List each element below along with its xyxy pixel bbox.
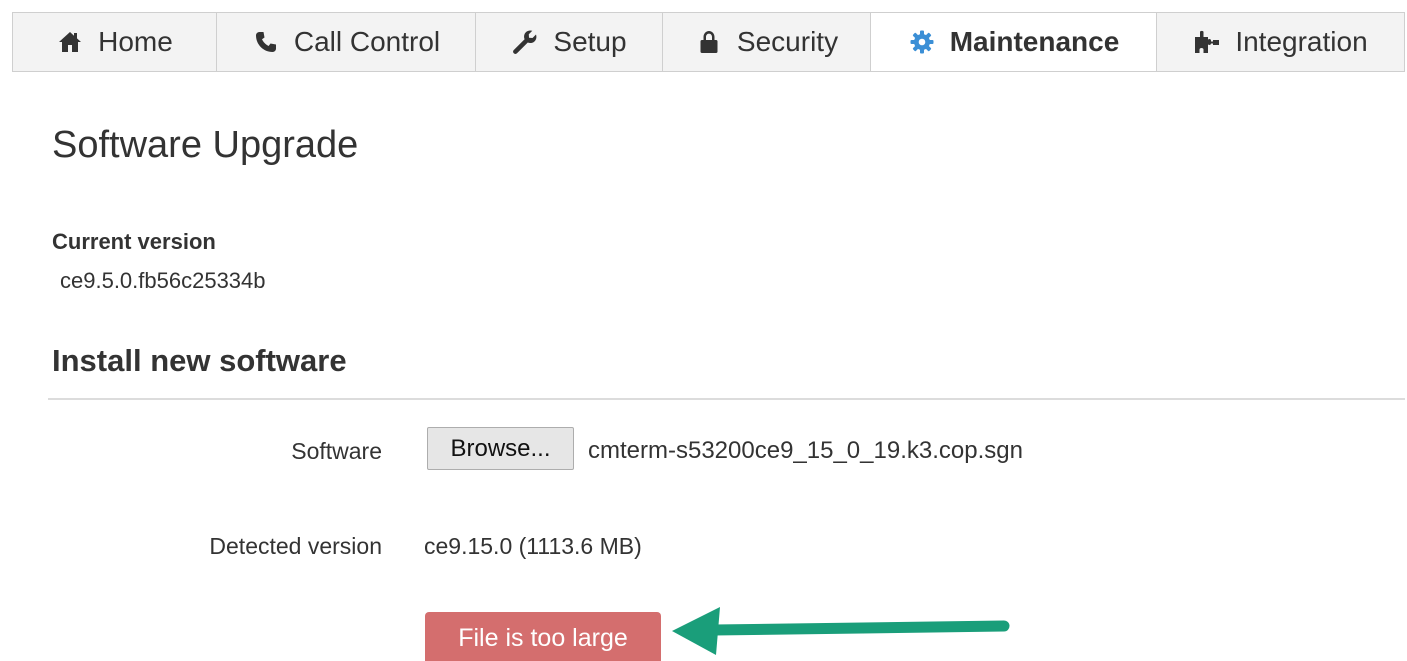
phone-icon (252, 28, 280, 56)
tab-home[interactable]: Home (12, 13, 217, 71)
software-label: Software (291, 438, 382, 464)
tab-label: Integration (1235, 26, 1368, 57)
browse-button[interactable]: Browse... (427, 427, 574, 470)
tab-label: Security (736, 26, 839, 57)
current-version-value: ce9.5.0.fb56c25334b (60, 268, 266, 293)
home-icon (56, 28, 84, 56)
tab-label: Setup (553, 26, 627, 57)
puzzle-icon (1193, 28, 1221, 56)
wrench-icon (511, 28, 539, 56)
tab-security[interactable]: Security (663, 13, 871, 71)
gear-icon (908, 28, 936, 56)
tab-integration[interactable]: Integration (1157, 13, 1405, 71)
software-upgrade-page: Home Call Control Setup Security Mainten… (0, 0, 1407, 661)
selected-file-name: cmterm-s53200ce9_15_0_19.k3.cop.sgn (588, 437, 1023, 464)
tab-label: Call Control (293, 26, 441, 57)
file-too-large-error: File is too large (425, 612, 661, 661)
page-title: Software Upgrade (52, 124, 359, 166)
tab-label: Maintenance (949, 26, 1120, 57)
lock-icon (695, 28, 723, 56)
annotation-arrow (672, 607, 1010, 655)
section-title: Install new software (52, 343, 347, 378)
tab-call-control[interactable]: Call Control (217, 13, 476, 71)
main-nav-tabs: Home Call Control Setup Security Mainten… (12, 12, 1405, 72)
detected-version-label: Detected version (209, 533, 382, 559)
detected-version-value: ce9.15.0 (1113.6 MB) (424, 533, 642, 559)
current-version-label: Current version (52, 229, 216, 254)
section-divider (48, 398, 1405, 400)
tab-setup[interactable]: Setup (476, 13, 663, 71)
tab-maintenance[interactable]: Maintenance (871, 13, 1157, 71)
tab-label: Home (98, 26, 173, 57)
